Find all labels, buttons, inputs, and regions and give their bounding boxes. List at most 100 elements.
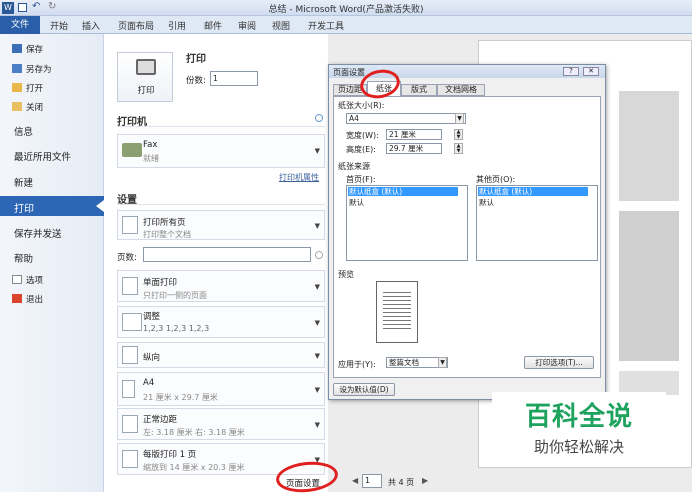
set-default-button[interactable]: 设为默认值(D) [333, 383, 395, 396]
nav-exit-label: 退出 [26, 295, 44, 305]
other-pages-list[interactable]: 默认纸盒 (默认) 默认 [476, 185, 598, 261]
dialog-title: 页面设置 [333, 68, 365, 77]
list-item[interactable]: 默认 [349, 197, 364, 208]
nav-help[interactable]: 帮助 [14, 251, 33, 265]
printer-properties-link[interactable]: 打印机属性 [279, 172, 319, 183]
tab-file[interactable]: 文件 [0, 16, 40, 34]
folder-open-icon [12, 83, 22, 92]
next-page-icon[interactable]: ▶ [422, 476, 428, 485]
paper-icon [122, 380, 135, 398]
nav-save-label: 保存 [26, 45, 44, 55]
prev-page-icon[interactable]: ◀ [352, 476, 358, 485]
nav-recent[interactable]: 最近所用文件 [14, 149, 71, 163]
sides-desc: 只打印一侧的页面 [143, 291, 207, 300]
list-item-selected[interactable]: 默认纸盒 (默认) [478, 187, 588, 196]
sides-dropdown[interactable]: 单面打印只打印一侧的页面 ▼ [117, 270, 325, 302]
width-input[interactable]: 21 厘米 [386, 129, 442, 140]
paper-size-dropdown[interactable]: A4 21 厘米 x 29.7 厘米 ▼ [117, 372, 325, 406]
chevron-down-icon[interactable]: ▼ [438, 357, 447, 368]
nav-print-label: 打印 [14, 204, 34, 215]
pages-per-sheet-icon [122, 450, 138, 468]
page-number-input[interactable]: 1 [362, 474, 382, 488]
collate-dropdown[interactable]: 调整 1,2,3 1,2,3 1,2,3 ▼ [117, 306, 325, 338]
info-icon[interactable] [315, 114, 323, 122]
nav-open[interactable]: 打开 [12, 82, 43, 94]
pages-icon [122, 216, 138, 234]
collate-label: 调整 [143, 312, 161, 322]
margins-dropdown[interactable]: 正常边距 左: 3.18 厘米 右: 3.18 厘米 ▼ [117, 408, 325, 440]
tab-page-layout[interactable]: 页面布局 [118, 19, 154, 32]
tab-references[interactable]: 引用 [168, 19, 186, 32]
paper-size-group-label: 纸张大小(R): [338, 101, 385, 110]
margins-label: 正常边距 [143, 415, 178, 425]
dialog-body: 纸张大小(R): A4 ▼ 宽度(W): 21 厘米 ▲ ▼ 高度(E): 29.… [333, 96, 601, 378]
nav-save-send[interactable]: 保存并发送 [14, 226, 62, 240]
sides-label: 单面打印 [143, 278, 178, 288]
chevron-down-icon: ▼ [314, 222, 320, 230]
nav-options[interactable]: 选项 [12, 274, 43, 286]
nav-selection-arrow [96, 200, 104, 212]
height-input[interactable]: 29.7 厘米 [386, 143, 442, 154]
orientation-label: 纵向 [143, 353, 161, 363]
width-spinner[interactable]: ▲ ▼ [454, 129, 463, 140]
pages-label: 页数: [117, 253, 137, 263]
copies-input[interactable]: 1 [210, 71, 258, 86]
tab-review[interactable]: 审阅 [238, 19, 256, 32]
paper-size-label: A4 [143, 378, 155, 388]
nav-exit[interactable]: 退出 [12, 293, 43, 305]
save-as-icon [12, 64, 22, 73]
nav-save-as-label: 另存为 [26, 65, 52, 75]
paper-size-select[interactable]: A4 [346, 113, 466, 124]
title-bar: W ↶ ↻ 总结 - Microsoft Word(产品激活失败) [0, 0, 692, 16]
apply-to-label: 应用于(Y): [338, 360, 376, 369]
printer-dropdown[interactable]: Fax 就绪 ▼ [117, 134, 325, 168]
list-item-selected[interactable]: 默认纸盒 (默认) [348, 187, 458, 196]
nav-print[interactable]: 打印 [0, 196, 104, 216]
margins-icon [122, 415, 138, 433]
info-icon[interactable] [315, 251, 323, 259]
chevron-down-icon: ▼ [314, 147, 320, 155]
pages-per-sheet-desc: 缩放到 14 厘米 x 20.3 厘米 [143, 463, 245, 472]
nav-save[interactable]: 保存 [12, 43, 43, 55]
pages-per-sheet-label: 每版打印 1 页 [143, 450, 197, 460]
window-title: 总结 - Microsoft Word(产品激活失败) [268, 5, 424, 15]
help-icon[interactable]: ? [563, 67, 579, 76]
tab-layout[interactable]: 版式 [401, 84, 437, 96]
first-page-list[interactable]: 默认纸盒 (默认) 默认 [346, 185, 468, 261]
nav-save-as[interactable]: 另存为 [12, 63, 52, 75]
close-icon[interactable]: ✕ [583, 67, 599, 76]
list-item[interactable]: 默认 [479, 197, 494, 208]
height-label: 高度(E): [346, 145, 376, 154]
nav-close[interactable]: 关闭 [12, 101, 43, 113]
other-pages-label: 其他页(O): [476, 175, 516, 184]
tab-developer[interactable]: 开发工具 [308, 19, 344, 32]
tab-insert[interactable]: 插入 [82, 19, 100, 32]
tab-home[interactable]: 开始 [50, 19, 68, 32]
total-pages: 共 4 页 [388, 478, 415, 487]
preview-text-block [619, 211, 679, 361]
chevron-down-icon: ▼ [314, 319, 320, 327]
tab-view[interactable]: 视图 [272, 19, 290, 32]
print-range-dropdown[interactable]: 打印所有页 打印整个文档 ▼ [117, 210, 325, 240]
ribbon-tabs: 开始 插入 页面布局 引用 邮件 审阅 视图 开发工具 [0, 16, 692, 34]
orientation-dropdown[interactable]: 纵向 ▼ [117, 342, 325, 368]
pages-input[interactable] [143, 247, 311, 262]
backstage-nav: 保存 另存为 打开 关闭 信息 最近所用文件 新建 保存并发送 帮助 选项 退出 [0, 34, 104, 492]
chevron-down-icon: ▼ [314, 283, 320, 291]
chevron-down-icon: ▼ [314, 386, 320, 394]
nav-new[interactable]: 新建 [14, 175, 33, 189]
preview-label: 预览 [338, 270, 354, 279]
collate-desc: 1,2,3 1,2,3 1,2,3 [143, 324, 210, 333]
tab-mailings[interactable]: 邮件 [204, 19, 222, 32]
print-button-label: 打印 [137, 86, 155, 96]
print-button[interactable]: 打印 [117, 52, 173, 102]
tab-doc-grid[interactable]: 文档网格 [437, 84, 485, 96]
preview-text-block [619, 91, 679, 201]
printer-icon [136, 59, 156, 75]
nav-info[interactable]: 信息 [14, 124, 33, 138]
divider [117, 204, 325, 205]
portrait-icon [122, 346, 138, 364]
height-spinner[interactable]: ▲ ▼ [454, 143, 463, 154]
chevron-down-icon[interactable]: ▼ [455, 113, 464, 124]
print-options-button[interactable]: 打印选项(T)... [524, 356, 594, 369]
